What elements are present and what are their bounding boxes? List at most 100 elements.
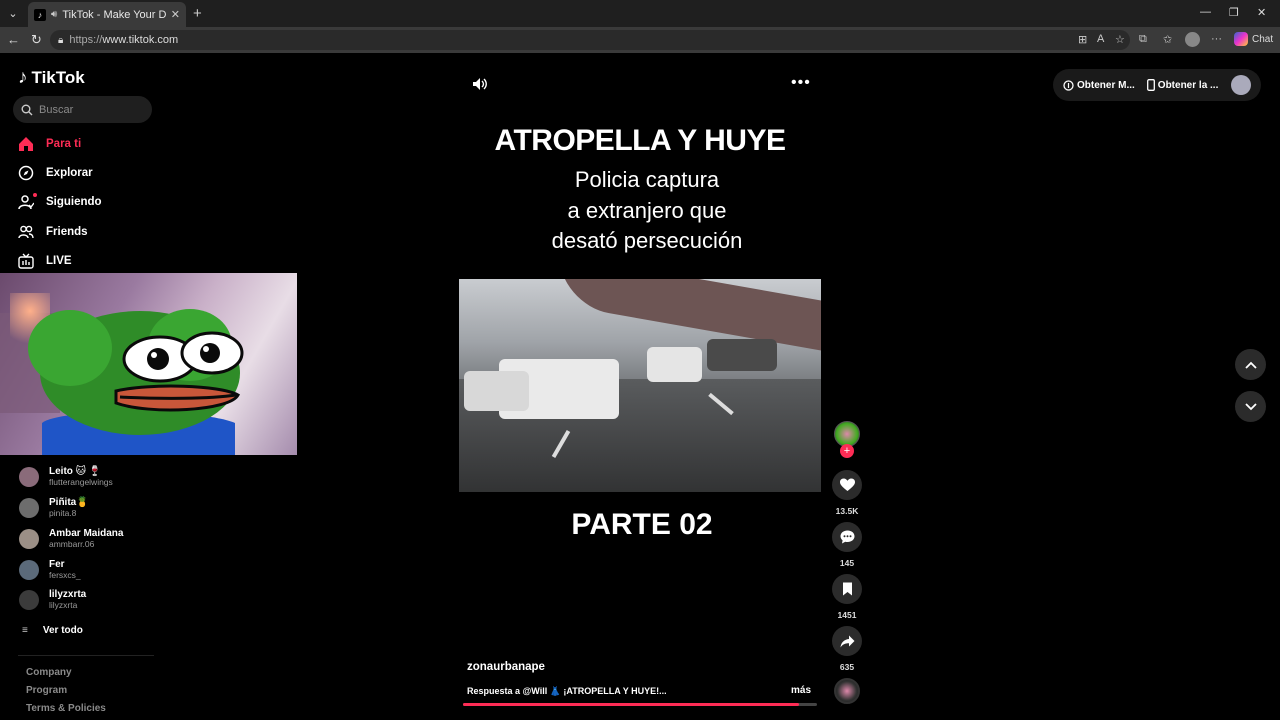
nav-label: Para ti <box>46 138 82 150</box>
close-window-icon[interactable]: ✕ <box>1257 6 1266 19</box>
car-shape <box>464 371 529 411</box>
tab-list-chevron-icon[interactable]: ⌄ <box>4 4 22 22</box>
profile-avatar[interactable] <box>1185 32 1200 47</box>
following-handle: pinita.8 <box>49 508 77 518</box>
following-item[interactable]: lilyzxrta lilyzxrta <box>19 589 86 610</box>
car-shape <box>647 347 702 382</box>
back-icon[interactable]: ← <box>7 32 20 47</box>
get-app-label: Obtener la ... <box>1157 79 1219 91</box>
copilot-icon <box>1234 32 1248 46</box>
nav-item-friends[interactable]: Friends <box>18 224 88 240</box>
previous-video-button[interactable] <box>1235 349 1266 380</box>
extensions-icon[interactable]: ⧉ <box>1139 33 1147 46</box>
restore-icon[interactable]: ❐ <box>1229 6 1239 19</box>
following-item[interactable]: Piñita🍍 pinita.8 <box>19 497 89 518</box>
follow-plus-icon[interactable]: + <box>840 444 854 458</box>
new-tab-icon[interactable]: + <box>193 5 202 22</box>
chevron-down-icon <box>1244 402 1257 411</box>
get-coins-button[interactable]: Obtener M... <box>1063 80 1135 91</box>
video-progress-fill <box>463 703 800 706</box>
tiktok-note-icon: ♪ <box>18 67 28 88</box>
like-button[interactable] <box>832 470 862 500</box>
tab-audio-icon[interactable]: 🔊︎ <box>51 9 57 20</box>
tab-close-icon[interactable]: ✕ <box>171 8 180 21</box>
tab-title: TikTok - Make Your Day <box>62 8 166 21</box>
video-frame[interactable] <box>459 279 821 492</box>
frog-avatar-image <box>28 309 244 455</box>
url-host: www.tiktok.com <box>102 34 179 46</box>
see-all-label: Ver todo <box>42 625 83 636</box>
settings-more-icon[interactable]: ··· <box>1211 33 1222 45</box>
copilot-chat-button[interactable]: Chat <box>1234 32 1273 46</box>
app-available-icon[interactable]: ⊞ <box>1078 33 1087 46</box>
compass-icon <box>18 165 34 181</box>
nav-item-explorar[interactable]: Explorar <box>18 165 93 181</box>
browser-tab-bar: ⌄ ♪ 🔊︎ TikTok - Make Your Day ✕ + — ❐ ✕ <box>0 0 1280 27</box>
following-name: lilyzxrta <box>49 589 87 600</box>
save-button[interactable] <box>832 574 862 604</box>
site-info-icon[interactable]: 🔒︎ <box>58 35 63 46</box>
notification-dot <box>33 193 37 197</box>
caption-more-button[interactable]: más <box>791 685 811 696</box>
minimize-icon[interactable]: — <box>1200 6 1211 18</box>
following-item[interactable]: Leito 🐱 🍷 flutterangelwings <box>19 466 113 487</box>
address-bar-row: ← ↻ 🔒︎ https://www.tiktok.com ⊞ A ☆ ⧉ ✩ … <box>0 27 1280 53</box>
user-avatar[interactable] <box>1231 75 1251 95</box>
following-name: Ambar Maidana <box>49 528 124 539</box>
favorites-icon[interactable]: ✩ <box>1163 33 1172 46</box>
next-video-button[interactable] <box>1235 391 1266 422</box>
video-subline: a extranjero que <box>567 198 727 223</box>
avatar <box>19 559 39 580</box>
see-all-link[interactable]: ≡ Ver todo <box>22 625 83 636</box>
friends-icon <box>18 224 34 240</box>
search-placeholder: Buscar <box>39 103 74 116</box>
comment-count: 145 <box>839 558 855 568</box>
video-part-label: PARTE 02 <box>571 508 713 541</box>
chevron-up-icon <box>1244 361 1257 369</box>
sidebar-divider <box>18 655 154 656</box>
video-progress-bar[interactable] <box>463 703 817 706</box>
video-author[interactable]: zonaurbanape <box>467 661 545 673</box>
heart-icon <box>839 478 855 492</box>
nav-item-siguiendo[interactable]: Siguiendo <box>18 194 102 210</box>
footer-link-company[interactable]: Company <box>26 667 72 678</box>
following-name: Leito 🐱 🍷 <box>49 466 102 477</box>
favorite-star-icon[interactable]: ☆ <box>1115 33 1125 46</box>
chat-label: Chat <box>1252 33 1274 45</box>
avatar <box>19 589 39 610</box>
following-name: Fer <box>49 559 65 570</box>
following-item[interactable]: Ambar Maidana ammbarr.06 <box>19 528 123 549</box>
footer-link-terms[interactable]: Terms & Policies <box>26 703 106 714</box>
nav-label: Explorar <box>46 167 93 179</box>
bookmark-icon <box>842 582 853 596</box>
video-subline: Policia captura <box>574 167 720 192</box>
volume-icon[interactable] <box>472 77 488 91</box>
reload-icon[interactable]: ↻ <box>31 32 42 48</box>
nav-item-live[interactable]: LIVE <box>18 253 72 269</box>
translate-icon[interactable]: A <box>1097 33 1104 45</box>
list-icon: ≡ <box>22 625 28 636</box>
save-count: 1451 <box>837 610 857 620</box>
live-icon <box>18 253 34 269</box>
phone-icon <box>1146 79 1155 91</box>
footer-link-program[interactable]: Program <box>26 685 67 696</box>
avatar <box>19 528 39 549</box>
music-disc[interactable] <box>834 678 860 704</box>
search-input[interactable]: Buscar <box>13 96 152 123</box>
comment-button[interactable] <box>832 522 862 552</box>
video-caption: Respuesta a @Will 👗 ¡ATROPELLA Y HUYE!..… <box>467 686 667 696</box>
following-item[interactable]: Fer fersxcs_ <box>19 559 81 580</box>
more-options-icon[interactable]: ••• <box>791 74 811 92</box>
get-app-button[interactable]: Obtener la ... <box>1146 79 1219 91</box>
tiktok-favicon-icon: ♪ <box>34 8 46 21</box>
video-headline: ATROPELLA Y HUYE <box>494 124 786 157</box>
nav-label: Friends <box>46 226 88 238</box>
comment-icon <box>840 530 855 544</box>
top-right-actions: Obtener M... Obtener la ... <box>1053 69 1261 101</box>
url-field[interactable]: 🔒︎ https://www.tiktok.com <box>50 30 1130 50</box>
share-button[interactable] <box>832 626 862 656</box>
browser-tab[interactable]: ♪ 🔊︎ TikTok - Make Your Day ✕ <box>28 2 186 27</box>
tiktok-logo[interactable]: ♪ TikTok <box>18 67 85 89</box>
get-coins-label: Obtener M... <box>1077 79 1135 91</box>
nav-item-para-ti[interactable]: Para ti <box>18 136 81 152</box>
